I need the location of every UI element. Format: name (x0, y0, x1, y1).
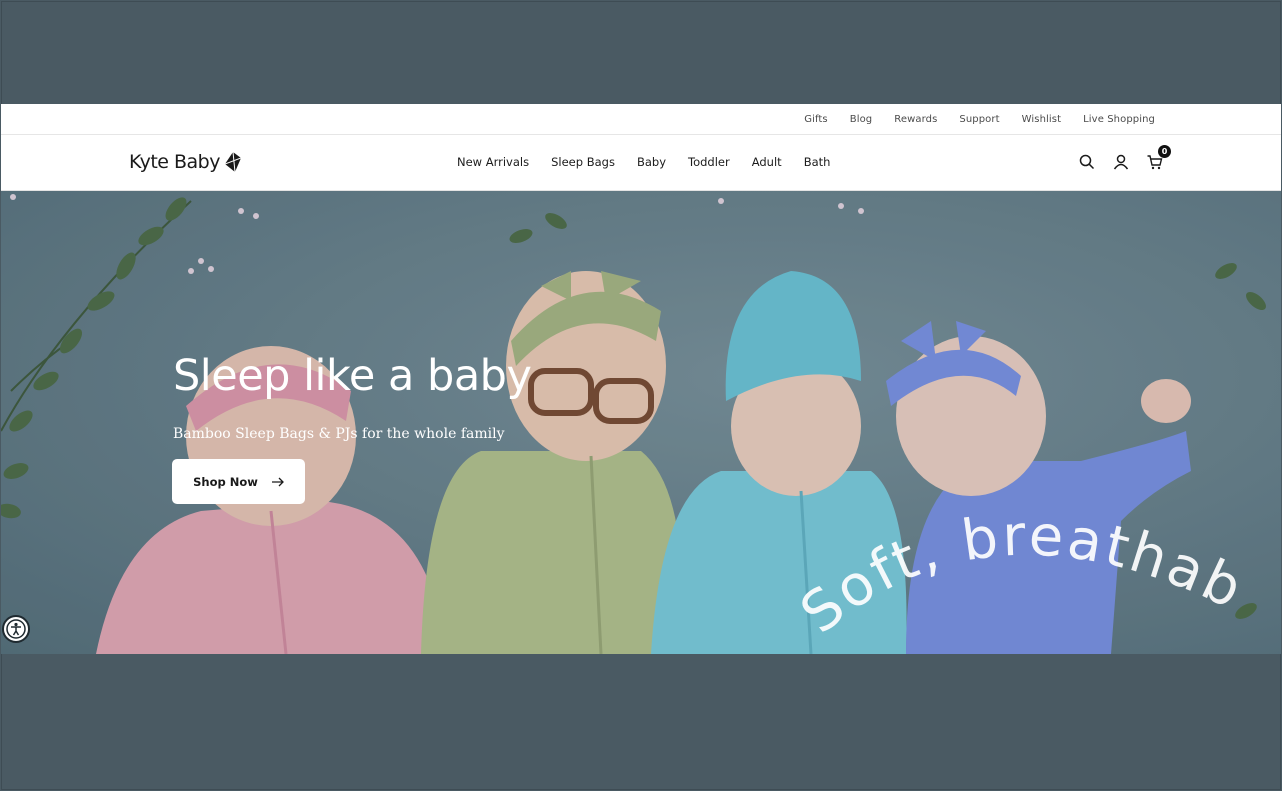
kite-logo-icon (224, 152, 241, 172)
utility-link-support[interactable]: Support (959, 114, 999, 125)
accessibility-icon (6, 619, 26, 639)
accessibility-button[interactable] (2, 615, 30, 643)
main-nav: New Arrivals Sleep Bags Baby Toddler Adu… (457, 135, 830, 189)
utility-nav: Gifts Blog Rewards Support Wishlist Live… (804, 104, 1155, 134)
cart-count-badge: 0 (1158, 145, 1171, 158)
nav-toddler[interactable]: Toddler (688, 155, 730, 169)
hero-banner: Sleep like a baby Bamboo Sleep Bags & PJ… (1, 191, 1281, 654)
utility-link-rewards[interactable]: Rewards (894, 114, 937, 125)
main-header: Kyte Baby New Arrivals Sleep Bags Baby T… (1, 135, 1281, 191)
utility-link-gifts[interactable]: Gifts (804, 114, 828, 125)
utility-bar: Gifts Blog Rewards Support Wishlist Live… (1, 104, 1281, 135)
search-icon[interactable] (1079, 154, 1095, 170)
cart-icon[interactable]: 0 (1147, 145, 1171, 170)
account-icon[interactable] (1113, 154, 1129, 170)
logo[interactable]: Kyte Baby (129, 149, 241, 175)
utility-link-live-shopping[interactable]: Live Shopping (1083, 114, 1155, 125)
utility-link-blog[interactable]: Blog (850, 114, 873, 125)
logo-text: Kyte Baby (129, 151, 220, 173)
svg-text:Soft, breathab: Soft, breathab (789, 503, 1254, 646)
nav-new-arrivals[interactable]: New Arrivals (457, 155, 529, 169)
curved-tagline-text: Soft, breathab (789, 503, 1251, 646)
utility-link-wishlist[interactable]: Wishlist (1022, 114, 1061, 125)
nav-sleep-bags[interactable]: Sleep Bags (551, 155, 615, 169)
curved-tagline: Soft, breathab (789, 503, 1254, 646)
header-icons: 0 (1079, 135, 1171, 189)
nav-adult[interactable]: Adult (752, 155, 782, 169)
nav-bath[interactable]: Bath (804, 155, 831, 169)
nav-baby[interactable]: Baby (637, 155, 666, 169)
